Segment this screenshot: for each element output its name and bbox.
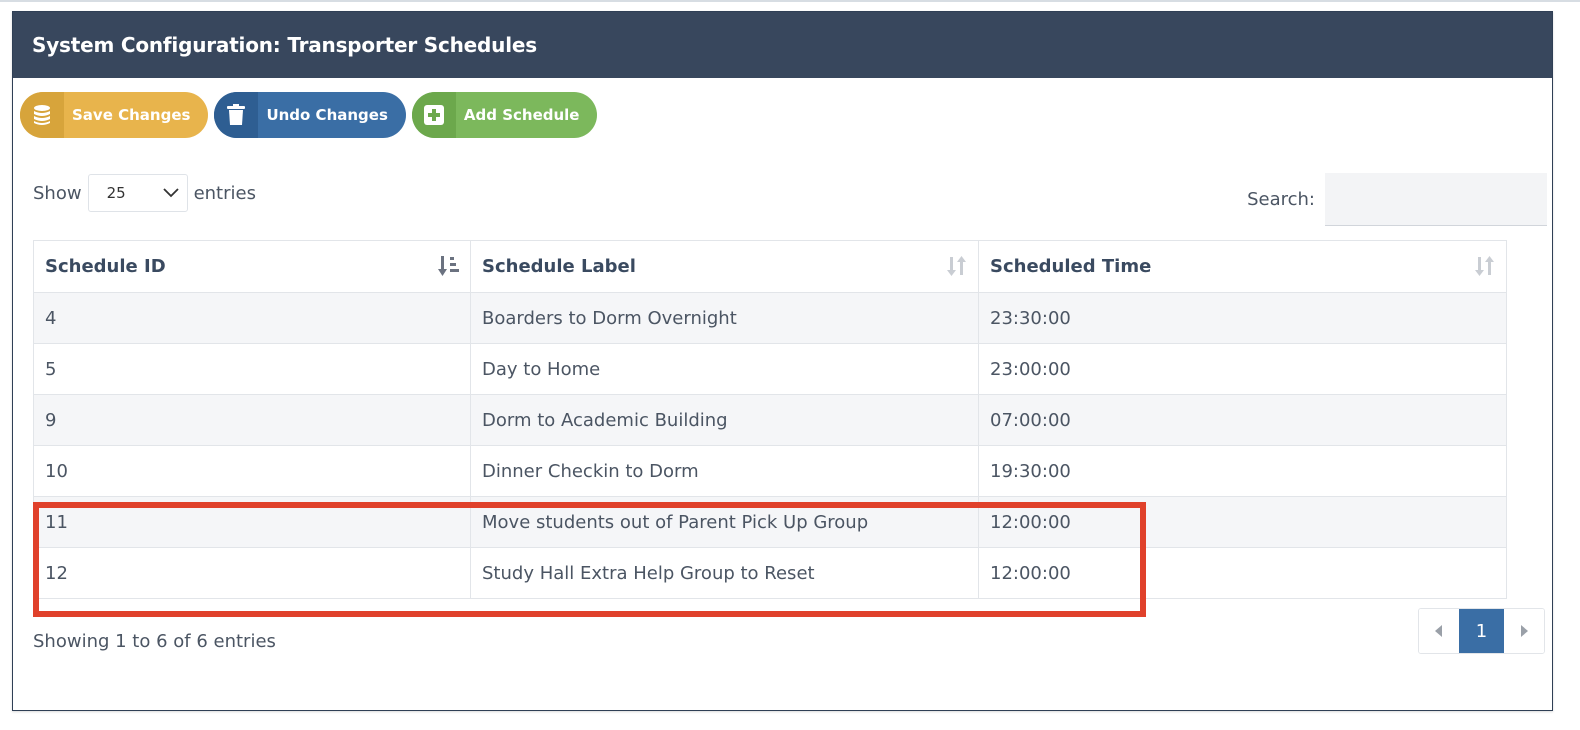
search-label: Search: xyxy=(1247,189,1315,210)
column-header-label: Schedule ID xyxy=(45,256,166,277)
search-input[interactable] xyxy=(1325,173,1547,226)
previous-page-button[interactable] xyxy=(1419,609,1459,653)
plus-square-icon xyxy=(411,92,456,138)
column-header-scheduled-time[interactable]: Scheduled Time xyxy=(978,240,1507,293)
add-schedule-button[interactable]: Add Schedule xyxy=(411,92,598,138)
undo-changes-button[interactable]: Undo Changes xyxy=(214,92,406,138)
entries-per-page-select[interactable]: 25 xyxy=(87,174,188,212)
entries-length-control: Show 25 entries xyxy=(33,174,256,212)
table-header-row: Schedule ID Schedule Label Scheduled Tim… xyxy=(33,240,1507,293)
scheduled-time-cell: 07:00:00 xyxy=(978,394,1507,446)
search-control: Search: xyxy=(1247,173,1547,226)
top-divider xyxy=(0,0,1580,2)
schedule-id-cell: 11 xyxy=(33,496,471,548)
table-row[interactable]: 4 Boarders to Dorm Overnight 23:30:00 xyxy=(33,292,1507,344)
entries-per-page-value: 25 xyxy=(106,184,126,202)
sort-both-icon xyxy=(946,255,968,282)
show-label: Show xyxy=(33,182,82,204)
schedule-id-cell: 12 xyxy=(33,547,471,599)
column-header-label: Scheduled Time xyxy=(990,256,1152,277)
scheduled-time-cell: 12:00:00 xyxy=(978,496,1507,548)
sort-both-icon xyxy=(1474,255,1496,282)
column-header-label: Schedule Label xyxy=(482,256,636,277)
page-1-button[interactable]: 1 xyxy=(1459,609,1504,653)
save-changes-button[interactable]: Save Changes xyxy=(20,92,209,138)
caret-left-icon xyxy=(1435,622,1443,641)
scheduled-time-cell: 23:30:00 xyxy=(978,292,1507,344)
entries-label: entries xyxy=(193,182,256,204)
database-icon xyxy=(20,92,64,138)
sort-ascending-icon xyxy=(438,255,460,282)
undo-changes-label: Undo Changes xyxy=(266,106,388,124)
table-row[interactable]: 10 Dinner Checkin to Dorm 19:30:00 xyxy=(33,445,1507,497)
schedule-label-cell: Dorm to Academic Building xyxy=(470,394,979,446)
column-header-schedule-id[interactable]: Schedule ID xyxy=(33,240,471,293)
caret-right-icon xyxy=(1520,622,1528,641)
toolbar: Save Changes Undo Changes Add Schedule xyxy=(20,92,598,138)
pagination: 1 xyxy=(1418,608,1545,654)
table-row[interactable]: 9 Dorm to Academic Building 07:00:00 xyxy=(33,394,1507,446)
scheduled-time-cell: 12:00:00 xyxy=(978,547,1507,599)
add-schedule-label: Add Schedule xyxy=(463,106,580,124)
schedule-id-cell: 4 xyxy=(33,292,471,344)
schedule-id-cell: 10 xyxy=(33,445,471,497)
table-row[interactable]: 12 Study Hall Extra Help Group to Reset … xyxy=(33,547,1507,599)
table-row[interactable]: 11 Move students out of Parent Pick Up G… xyxy=(33,496,1507,548)
page-title: System Configuration: Transporter Schedu… xyxy=(32,33,537,57)
column-header-schedule-label[interactable]: Schedule Label xyxy=(470,240,979,293)
chevron-down-icon xyxy=(162,184,179,202)
next-page-button[interactable] xyxy=(1504,609,1544,653)
scheduled-time-cell: 23:00:00 xyxy=(978,343,1507,395)
table-info: Showing 1 to 6 of 6 entries xyxy=(33,631,276,652)
schedule-label-cell: Boarders to Dorm Overnight xyxy=(470,292,979,344)
scheduled-time-cell: 19:30:00 xyxy=(978,445,1507,497)
schedule-id-cell: 9 xyxy=(33,394,471,446)
table-row[interactable]: 5 Day to Home 23:00:00 xyxy=(33,343,1507,395)
schedule-label-cell: Day to Home xyxy=(470,343,979,395)
panel-header: System Configuration: Transporter Schedu… xyxy=(13,12,1552,78)
trash-icon xyxy=(214,92,259,138)
schedule-label-cell: Dinner Checkin to Dorm xyxy=(470,445,979,497)
schedule-label-cell: Move students out of Parent Pick Up Grou… xyxy=(470,496,979,548)
schedules-table: Schedule ID Schedule Label Scheduled Tim… xyxy=(33,240,1507,599)
save-changes-label: Save Changes xyxy=(72,106,191,124)
schedule-id-cell: 5 xyxy=(33,343,471,395)
schedule-label-cell: Study Hall Extra Help Group to Reset xyxy=(470,547,979,599)
